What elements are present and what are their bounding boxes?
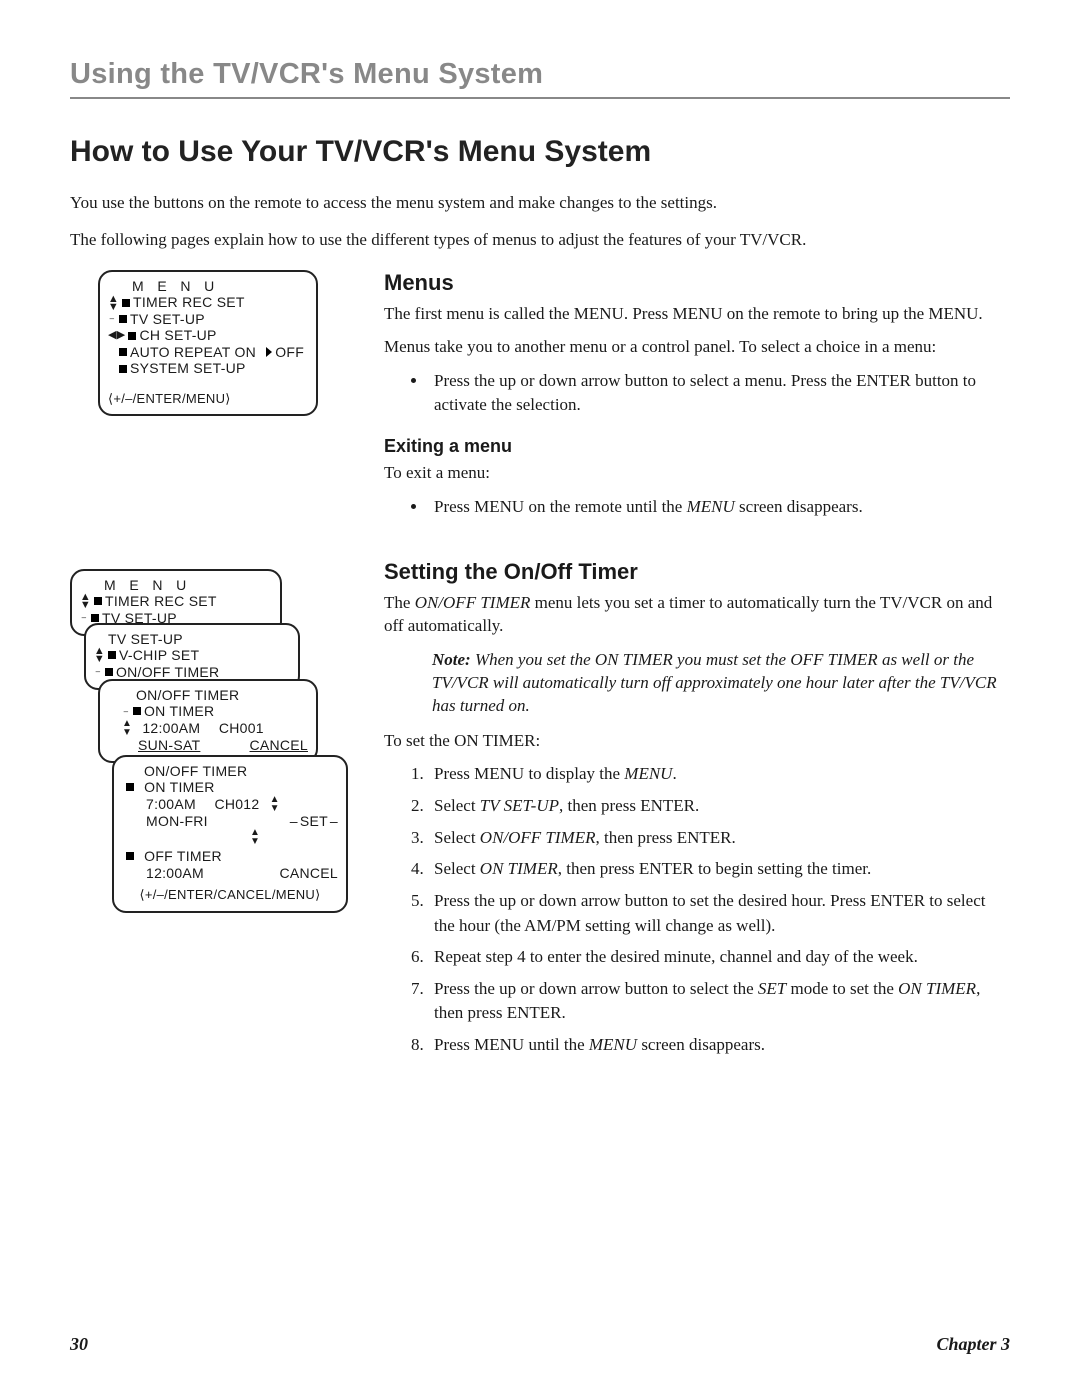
chapter-header: Using the TV/VCR's Menu System <box>70 58 1010 91</box>
body-paragraph: To exit a menu: <box>384 461 1010 484</box>
list-item: Select ON/OFF TIMER, then press ENTER. <box>428 826 1010 851</box>
body-paragraph: Menus take you to another menu or a cont… <box>384 335 1010 358</box>
note-label: Note: <box>432 650 471 669</box>
nav-arrow-icon: ▲▼ <box>250 829 260 846</box>
steps-list: Press MENU to display the MENU. Select T… <box>428 762 1010 1057</box>
menu-item-value: OFF <box>275 344 304 361</box>
channel-value: CH012 <box>214 796 259 813</box>
list-item: Press the up or down arrow button to set… <box>428 889 1010 938</box>
cursor-icon <box>94 597 102 605</box>
nav-arrow-icon: ▲▼ <box>270 796 280 813</box>
cursor-icon <box>108 651 116 659</box>
subsection-heading: Exiting a menu <box>384 436 1010 457</box>
list-item: Repeat step 4 to enter the desired minut… <box>428 945 1010 970</box>
up-down-nav-icon: ▲▼ <box>94 647 105 663</box>
note-block: Note: When you set the ON TIMER you must… <box>432 648 1010 717</box>
cursor-icon <box>128 332 136 340</box>
cursor-icon <box>105 668 113 676</box>
list-item: Press MENU to display the MENU. <box>428 762 1010 787</box>
timer-value: 12:00AM <box>146 865 204 882</box>
page-number: 30 <box>70 1334 88 1355</box>
cursor-icon <box>122 299 130 307</box>
panel-title: ON/OFF TIMER <box>144 763 247 780</box>
section-heading: Menus <box>384 270 1010 296</box>
page-title: How to Use Your TV/VCR's Menu System <box>70 135 1010 169</box>
up-down-nav-icon: ▲▼ <box>108 295 119 311</box>
menu-item: V-CHIP SET <box>119 647 199 664</box>
menu-item: TIMER REC SET <box>133 294 245 311</box>
section-heading: Setting the On/Off Timer <box>384 559 1010 585</box>
menu-panel-stack-3: ON/OFF TIMER –ON TIMER ▲▼ 12:00AM CH001 … <box>98 679 318 764</box>
panel-footer-hint: ⟨+/–/ENTER/CANCEL/MENU⟩ <box>122 887 338 902</box>
left-right-nav-icon: ◀▶ <box>108 329 125 342</box>
panel-footer-hint: ⟨+/–/ENTER/MENU⟩ <box>108 391 308 406</box>
mode-value: CANCEL <box>250 737 308 754</box>
channel-value: CH001 <box>219 720 264 737</box>
chapter-label: Chapter 3 <box>936 1334 1010 1355</box>
menu-panel-stack-4: ON/OFF TIMER ON TIMER 7:00AM CH012 ▲▼ MO… <box>112 755 348 913</box>
body-paragraph: To set the ON TIMER: <box>384 729 1010 752</box>
cursor-icon <box>119 348 127 356</box>
cursor-icon <box>126 783 134 791</box>
menu-screenshot-panel: M E N U ▲▼TIMER REC SET –TV SET-UP ◀▶CH … <box>98 270 318 416</box>
cursor-icon <box>126 852 134 860</box>
off-timer-label: OFF TIMER <box>144 848 222 865</box>
list-item: Press the up or down arrow button to sel… <box>428 369 1010 417</box>
cursor-icon <box>91 614 99 622</box>
cursor-icon <box>119 315 127 323</box>
note-body: When you set the ON TIMER you must set t… <box>432 650 997 715</box>
cursor-icon <box>133 707 141 715</box>
list-item: Press the up or down arrow button to sel… <box>428 977 1010 1026</box>
menu-item: CH SET-UP <box>139 327 216 344</box>
panel-title: ON/OFF TIMER <box>136 687 239 704</box>
list-item: Press MENU on the remote until the MENU … <box>428 495 1010 519</box>
menu-item: ON TIMER <box>144 703 214 720</box>
timer-value: 7:00AM <box>146 796 196 813</box>
mode-value: CANCEL <box>280 865 338 882</box>
up-down-nav-icon: ▲▼ <box>80 593 91 609</box>
menu-item: AUTO REPEAT ON <box>130 344 256 361</box>
stacked-menu-figure: M E N U ▲▼TIMER REC SET –TV SET-UP TV SE… <box>70 569 362 939</box>
header-rule <box>70 97 1010 99</box>
panel-title: M E N U <box>104 577 191 594</box>
menu-item: SYSTEM SET-UP <box>130 360 246 377</box>
list-item: Press MENU until the MENU screen disappe… <box>428 1033 1010 1058</box>
cursor-icon <box>119 365 127 373</box>
day-range: SUN-SAT <box>138 737 200 754</box>
timer-value: 12:00AM <box>142 720 200 737</box>
panel-title: M E N U <box>132 278 219 295</box>
mode-value: SET <box>300 813 328 830</box>
on-timer-label: ON TIMER <box>144 779 214 796</box>
menu-item: TIMER REC SET <box>105 593 217 610</box>
menu-item: ON/OFF TIMER <box>116 664 219 681</box>
intro-paragraph: The following pages explain how to use t… <box>70 228 810 251</box>
list-item: Select TV SET-UP, then press ENTER. <box>428 794 1010 819</box>
body-paragraph: The first menu is called the MENU. Press… <box>384 302 1010 325</box>
intro-paragraph: You use the buttons on the remote to acc… <box>70 191 810 214</box>
list-item: Select ON TIMER, then press ENTER to beg… <box>428 857 1010 882</box>
day-range: MON-FRI <box>146 813 208 830</box>
nav-arrow-icon: ▲▼ <box>122 720 132 737</box>
body-paragraph: The ON/OFF TIMER menu lets you set a tim… <box>384 591 1010 638</box>
panel-title: TV SET-UP <box>108 631 183 648</box>
menu-item: TV SET-UP <box>130 311 205 328</box>
triangle-right-icon <box>266 347 272 357</box>
